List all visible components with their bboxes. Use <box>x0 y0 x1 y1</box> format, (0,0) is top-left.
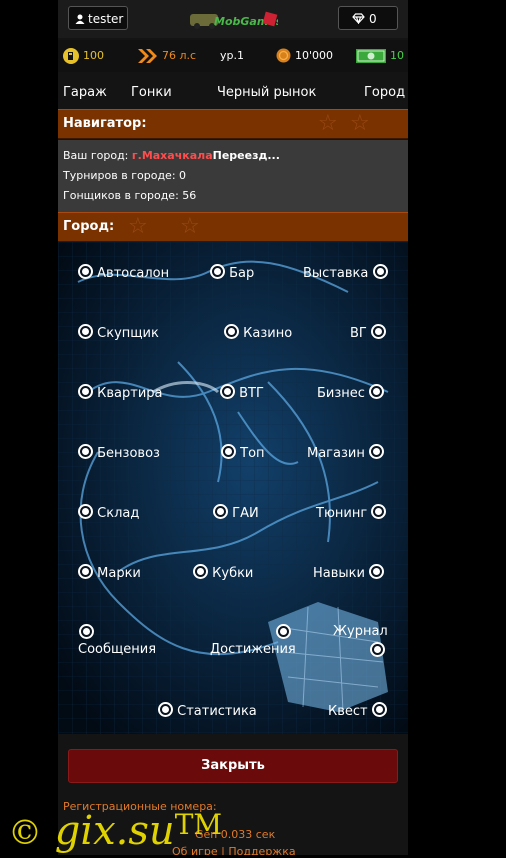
marker-icon <box>78 384 93 399</box>
nav-black-market[interactable]: Черный рынок <box>217 85 316 100</box>
loc-autosalon[interactable]: Автосалон <box>78 264 169 281</box>
mobgames-logo[interactable]: MobGames <box>186 6 278 32</box>
diamond-icon <box>352 13 365 25</box>
loc-bar[interactable]: Бар <box>210 264 254 281</box>
close-button[interactable]: Закрыть <box>68 749 398 783</box>
marker-icon <box>371 702 387 717</box>
fuel-value: 100 <box>83 49 104 62</box>
navigator-panel: Ваш город: г.МахачкалаПереезд... Турниро… <box>58 140 408 212</box>
marker-icon <box>221 444 236 459</box>
loc-quest[interactable]: Квест <box>328 702 387 719</box>
coins-stat: 10'000 <box>276 48 356 64</box>
loc-vg[interactable]: ВГ <box>350 324 386 341</box>
racers-count: Гонщиков в городе: 56 <box>63 189 197 202</box>
cash-icon <box>356 49 386 63</box>
support-link[interactable]: Поддержка <box>228 845 295 855</box>
current-city[interactable]: г.Махачкала <box>132 149 213 162</box>
top-bar: tester MobGames 0 <box>58 0 408 38</box>
power-value: 76 л.с <box>162 49 197 62</box>
profile-button[interactable]: tester <box>68 6 128 30</box>
stats-bar: 100 76 л.с ур.1 10'000 10 <box>58 40 408 72</box>
loc-statistics[interactable]: Статистика <box>158 702 257 719</box>
marker-icon <box>372 264 388 279</box>
city-title: Город: <box>63 219 115 234</box>
marker-icon <box>371 324 386 339</box>
tournaments-count: Турниров в городе: 0 <box>63 169 187 182</box>
nav-garage[interactable]: Гараж <box>63 85 107 100</box>
trademark-symbol: TM <box>174 808 223 841</box>
loc-casino[interactable]: Казино <box>224 324 292 341</box>
marker-icon <box>220 384 235 399</box>
username: tester <box>88 12 124 26</box>
chevrons-icon <box>138 49 157 63</box>
copyright-symbol: © <box>8 813 42 853</box>
loc-plates[interactable]: Марки <box>78 564 141 581</box>
navigator-title: Навигатор: <box>63 116 147 131</box>
main-nav: Гараж Гонки Черный рынок Город <box>58 78 408 108</box>
loc-vtg[interactable]: ВТГ <box>220 384 264 401</box>
move-link[interactable]: Переезд... <box>213 149 280 162</box>
achievements-marker-icon[interactable] <box>276 624 291 639</box>
loc-cups[interactable]: Кубки <box>193 564 253 581</box>
marker-icon <box>78 564 93 579</box>
loc-achievements[interactable]: Достижения <box>210 642 296 657</box>
navigator-header: ☆ ☆ Навигатор: <box>58 109 408 139</box>
fuel-stat: 100 <box>63 48 113 64</box>
app-container: tester MobGames 0 100 76 л.с ур.1 10'000 <box>58 0 408 855</box>
nav-races[interactable]: Гонки <box>131 85 172 100</box>
marker-icon <box>371 504 387 519</box>
level-stat: ур.1 <box>220 48 260 64</box>
messages-marker-icon[interactable] <box>79 624 94 639</box>
loc-business[interactable]: Бизнес <box>317 384 385 401</box>
nav-city[interactable]: Город <box>364 85 405 100</box>
marker-icon <box>193 564 208 579</box>
marker-icon <box>78 264 93 279</box>
fuel-icon <box>63 48 79 64</box>
loc-messages[interactable]: Сообщения <box>78 642 156 657</box>
marker-icon <box>78 324 93 339</box>
marker-icon <box>158 702 173 717</box>
loc-apartment[interactable]: Квартира <box>78 384 163 401</box>
map-background <box>58 242 408 734</box>
city-map: Автосалон Бар Выставка Скупщик Казино ВГ… <box>58 242 408 734</box>
loc-fuel-truck[interactable]: Бензовоз <box>78 444 160 461</box>
watermark-text: gix.su <box>54 808 175 854</box>
marker-icon <box>224 324 239 339</box>
marker-icon <box>78 504 93 519</box>
coin-icon <box>276 48 291 63</box>
cash-value: 10 <box>390 49 404 62</box>
level-value: ур.1 <box>220 49 244 62</box>
cash-stat: 10 <box>356 48 406 64</box>
marker-icon <box>369 384 385 399</box>
city-header: ☆ ☆ Город: <box>58 212 408 242</box>
loc-top[interactable]: Топ <box>221 444 265 461</box>
power-stat: 76 л.с <box>138 48 213 64</box>
user-icon <box>75 14 85 24</box>
loc-buyer[interactable]: Скупщик <box>78 324 159 341</box>
marker-icon <box>213 504 228 519</box>
marker-icon <box>369 564 385 579</box>
loc-warehouse[interactable]: Склад <box>78 504 139 521</box>
loc-gai[interactable]: ГАИ <box>213 504 259 521</box>
loc-exhibition[interactable]: Выставка <box>303 264 388 281</box>
marker-icon <box>368 444 384 459</box>
loc-skills[interactable]: Навыки <box>313 564 385 581</box>
gems-count: 0 <box>369 12 377 26</box>
loc-journal[interactable]: Журнал <box>333 624 388 639</box>
city-label: Ваш город: <box>63 149 129 162</box>
coins-value: 10'000 <box>295 49 334 62</box>
gems-button[interactable]: 0 <box>338 6 398 30</box>
journal-marker-icon[interactable] <box>370 642 385 657</box>
marker-icon <box>210 264 225 279</box>
loc-shop[interactable]: Магазин <box>307 444 384 461</box>
gix-watermark: © gix.suTM <box>8 800 222 858</box>
marker-icon <box>78 444 93 459</box>
loc-tuning[interactable]: Тюнинг <box>316 504 387 521</box>
